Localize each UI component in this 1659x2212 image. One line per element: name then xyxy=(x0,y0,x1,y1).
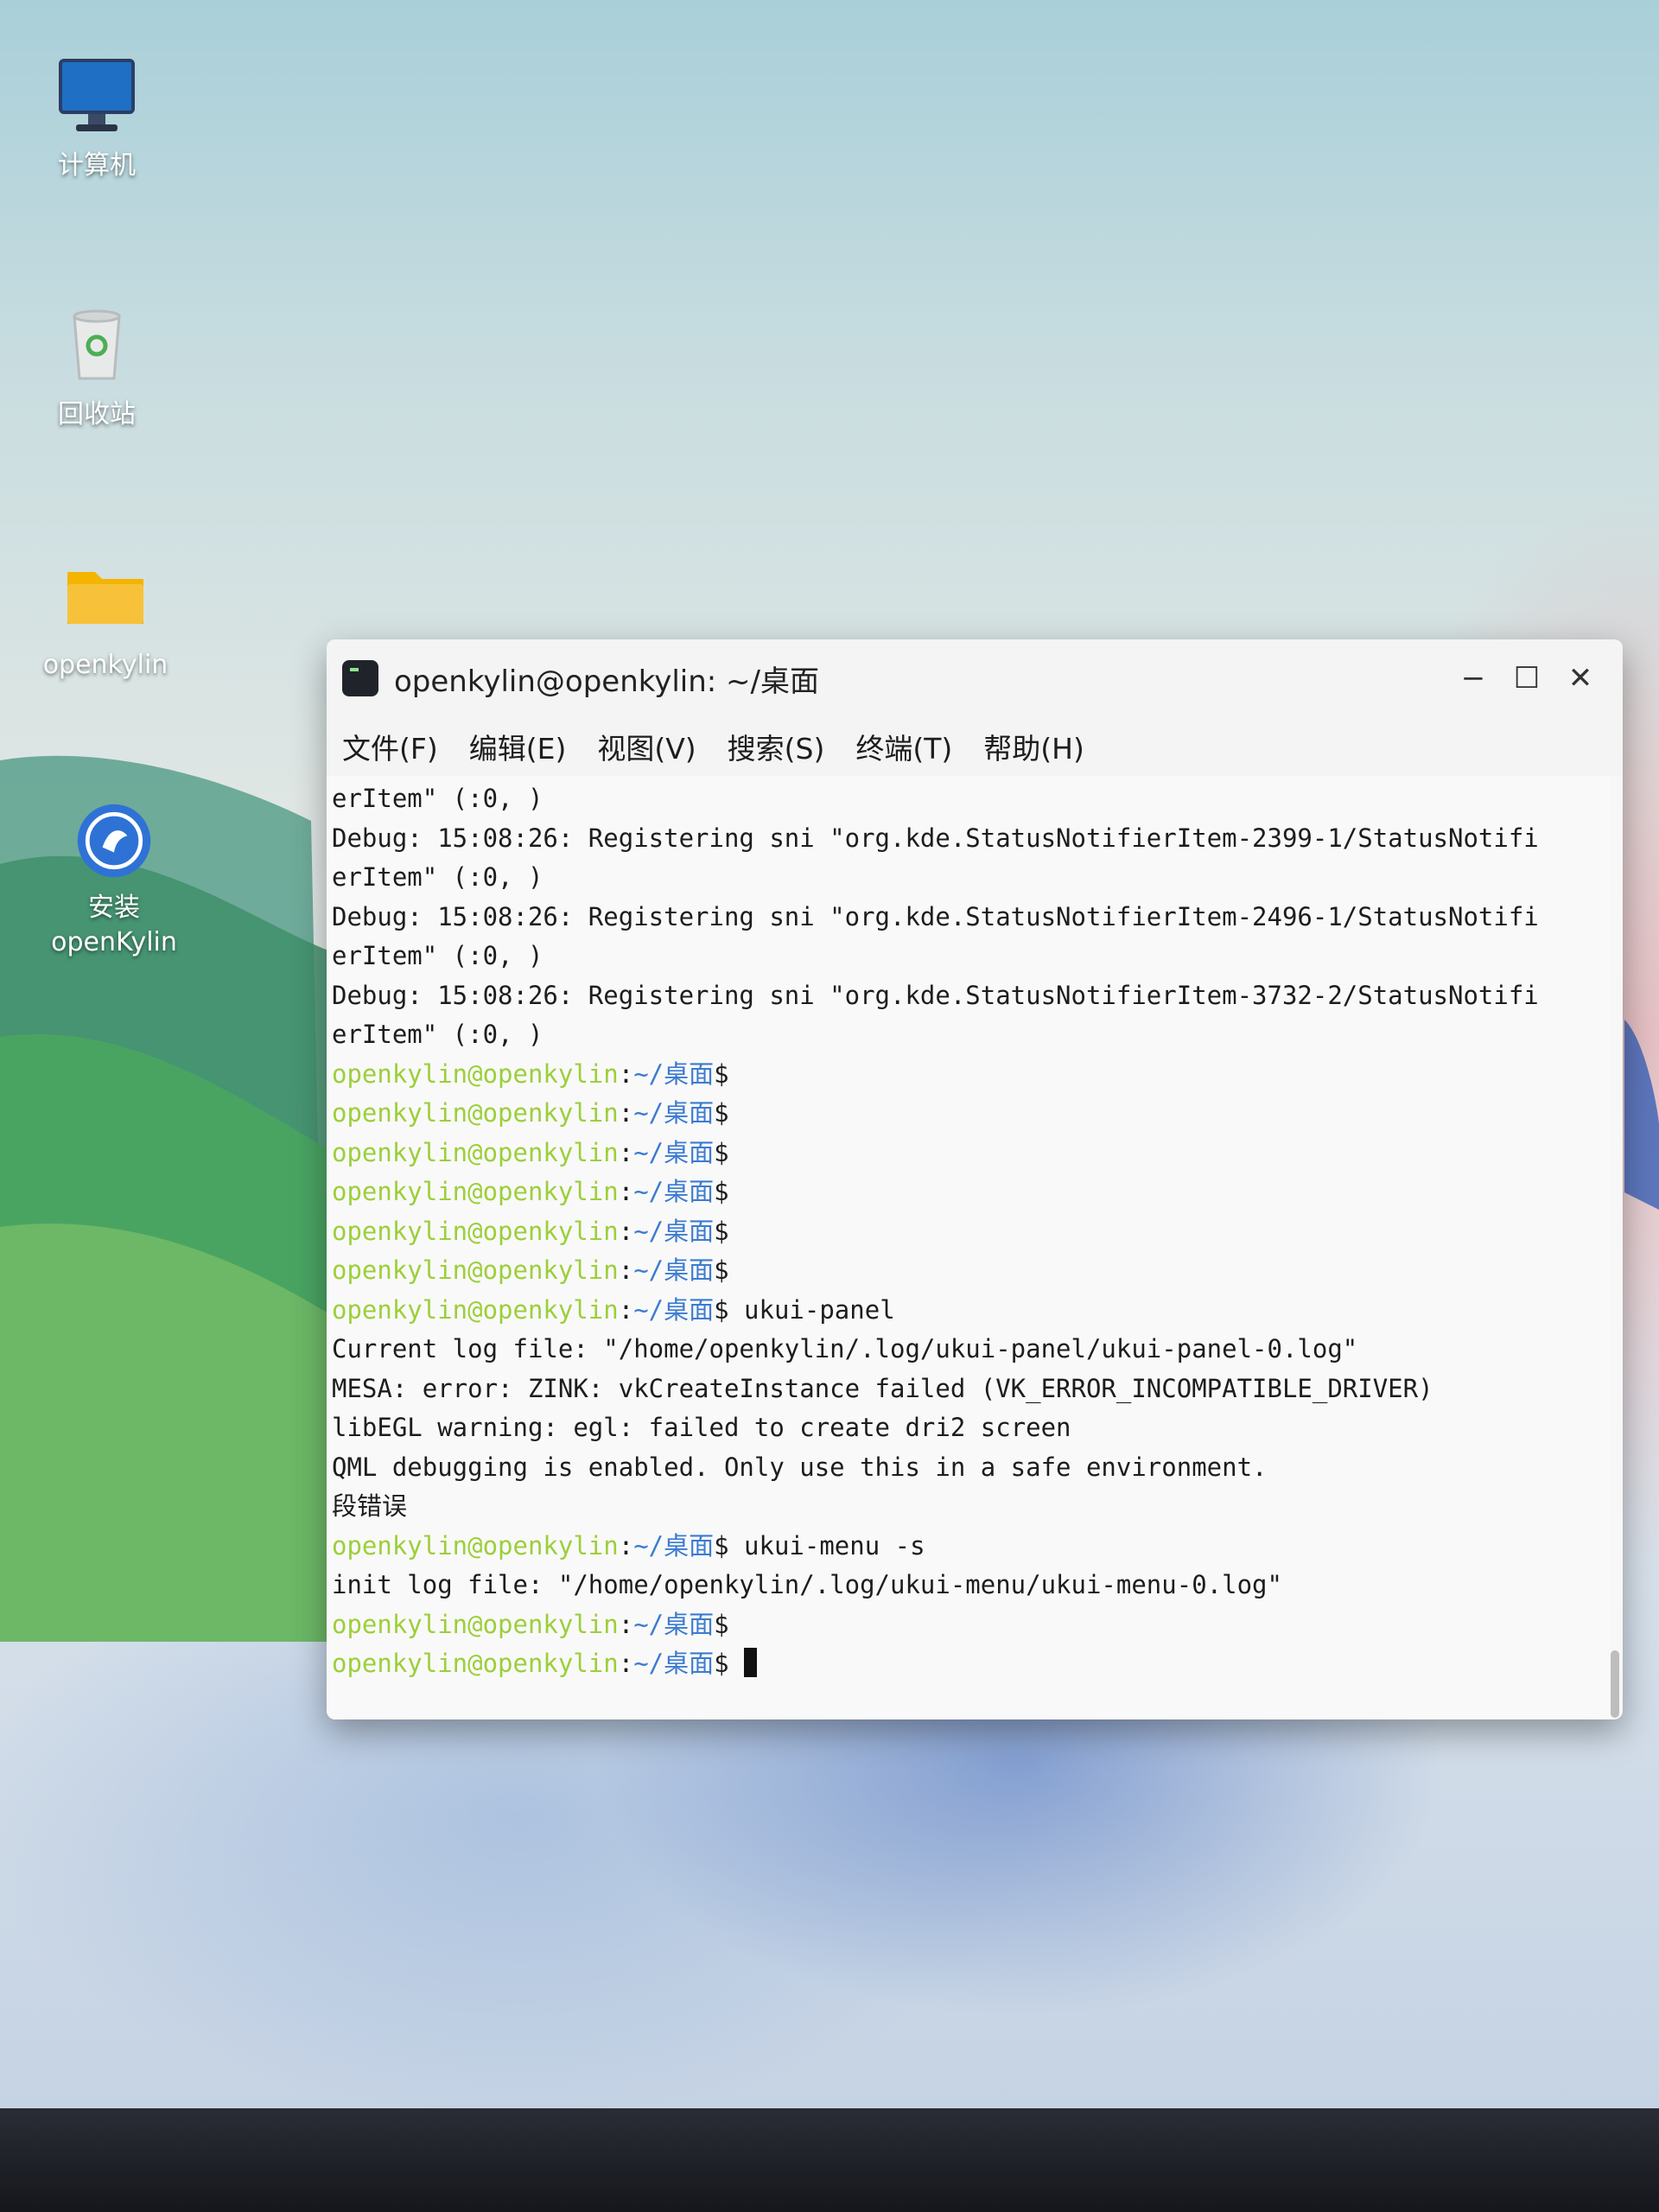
terminal-app-icon xyxy=(342,660,378,696)
desktop-icon-computer[interactable]: 计算机 xyxy=(19,54,175,183)
desktop-icon-label-2: openKylin xyxy=(51,927,177,957)
terminal-prompt-line: openkylin@openkylin:~/桌面$ xyxy=(332,1173,1604,1212)
prompt-path: ~/桌面 xyxy=(633,1177,715,1206)
close-button[interactable]: ✕ xyxy=(1554,652,1607,704)
trash-icon xyxy=(73,309,121,380)
menu-edit[interactable]: 编辑(E) xyxy=(469,726,567,767)
prompt-symbol: $ xyxy=(714,1216,729,1246)
terminal-prompt-line: openkylin@openkylin:~/桌面$ xyxy=(332,1251,1604,1291)
terminal-prompt-line: openkylin@openkylin:~/桌面$ xyxy=(332,1055,1604,1095)
prompt-path: ~/桌面 xyxy=(633,1216,715,1246)
menu-help[interactable]: 帮助(H) xyxy=(983,726,1084,767)
terminal-output-line: libEGL warning: egl: failed to create dr… xyxy=(332,1413,1071,1442)
terminal-output-line: MESA: error: ZINK: vkCreateInstance fail… xyxy=(332,1373,1433,1403)
command-text: ukui-panel xyxy=(728,1294,895,1325)
prompt-symbol: $ xyxy=(714,1255,729,1285)
prompt-separator: : xyxy=(618,1177,634,1206)
terminal-prompt-line: openkylin@openkylin:~/桌面$ xyxy=(332,1605,1604,1645)
prompt-separator: : xyxy=(618,1058,634,1089)
prompt-separator: : xyxy=(618,1609,634,1639)
monitor-bezel xyxy=(0,2108,1659,2212)
terminal-output-line: QML debugging is enabled. Only use this … xyxy=(332,1452,1268,1482)
terminal-window[interactable]: openkylin@openkylin: ~/桌面 − ☐ ✕ 文件(F) 编辑… xyxy=(327,639,1623,1719)
prompt-symbol: $ xyxy=(714,1294,729,1325)
terminal-output-line: Debug: 15:08:26: Registering sni "org.kd… xyxy=(332,901,1539,931)
prompt-separator: : xyxy=(618,1098,634,1128)
terminal-output-line: erItem" (:0, ) xyxy=(332,784,543,813)
prompt-symbol: $ xyxy=(714,1098,729,1128)
terminal-prompt-line: openkylin@openkylin:~/桌面$ ukui-menu -s xyxy=(332,1527,1604,1567)
desktop-icon-folder[interactable]: openkylin xyxy=(28,553,183,683)
terminal-output-line: init log file: "/home/openkylin/.log/uku… xyxy=(332,1570,1282,1599)
prompt-symbol: $ xyxy=(714,1649,729,1678)
prompt-symbol: $ xyxy=(714,1177,729,1206)
folder-icon xyxy=(67,572,143,624)
terminal-output-line: 段错误 xyxy=(332,1491,408,1521)
title-bar[interactable]: openkylin@openkylin: ~/桌面 − ☐ ✕ xyxy=(327,639,1623,717)
prompt-user: openkylin@openkylin xyxy=(332,1058,619,1089)
command-text xyxy=(729,1649,744,1678)
prompt-user: openkylin@openkylin xyxy=(332,1609,619,1639)
prompt-separator: : xyxy=(618,1137,634,1167)
monitor-icon xyxy=(59,59,135,131)
desktop-icon-installer[interactable]: 安装 openKylin xyxy=(36,799,192,960)
prompt-separator: : xyxy=(618,1530,634,1560)
terminal-output-line: erItem" (:0, ) xyxy=(332,862,543,892)
command-text: ukui-menu -s xyxy=(728,1530,925,1560)
prompt-user: openkylin@openkylin xyxy=(332,1255,619,1285)
prompt-path: ~/桌面 xyxy=(633,1137,715,1167)
terminal-prompt-line: openkylin@openkylin:~/桌面$ xyxy=(332,1212,1604,1252)
minimize-button[interactable]: − xyxy=(1446,652,1500,704)
desktop-icon-label: 计算机 xyxy=(58,150,136,181)
prompt-separator: : xyxy=(618,1216,634,1246)
prompt-path: ~/桌面 xyxy=(633,1609,715,1639)
maximize-button[interactable]: ☐ xyxy=(1500,652,1554,704)
prompt-user: openkylin@openkylin xyxy=(332,1530,619,1560)
prompt-path: ~/桌面 xyxy=(633,1255,715,1285)
prompt-user: openkylin@openkylin xyxy=(332,1649,619,1678)
prompt-separator: : xyxy=(618,1649,634,1678)
scrollbar[interactable] xyxy=(1611,1650,1619,1718)
menu-view[interactable]: 视图(V) xyxy=(597,726,696,767)
prompt-user: openkylin@openkylin xyxy=(332,1294,619,1325)
terminal-output-line: erItem" (:0, ) xyxy=(332,941,543,970)
prompt-path: ~/桌面 xyxy=(633,1530,715,1560)
terminal-prompt-line: openkylin@openkylin:~/桌面$ xyxy=(332,1094,1604,1134)
prompt-user: openkylin@openkylin xyxy=(332,1137,619,1167)
prompt-symbol: $ xyxy=(714,1137,729,1167)
desktop-icon-trash[interactable]: 回收站 xyxy=(19,302,175,432)
desktop-icon-label: 安装 xyxy=(88,893,140,923)
desktop-icon-label: 回收站 xyxy=(58,399,136,429)
prompt-symbol: $ xyxy=(714,1609,729,1639)
menu-terminal[interactable]: 终端(T) xyxy=(855,726,952,767)
installer-icon xyxy=(77,804,151,878)
terminal-prompt-line: openkylin@openkylin:~/桌面$ xyxy=(332,1644,1604,1684)
terminal-output-line: Debug: 15:08:26: Registering sni "org.kd… xyxy=(332,823,1539,853)
terminal-output[interactable]: erItem" (:0, ) Debug: 15:08:26: Registeri… xyxy=(327,776,1611,1719)
desktop: 计算机 回收站 openkylin 安装 openKylin openkylin… xyxy=(0,0,1659,2108)
prompt-path: ~/桌面 xyxy=(633,1649,715,1678)
prompt-symbol: $ xyxy=(714,1058,729,1089)
prompt-separator: : xyxy=(618,1255,634,1285)
menu-file[interactable]: 文件(F) xyxy=(342,726,438,767)
terminal-output-line: erItem" (:0, ) xyxy=(332,1020,543,1049)
prompt-symbol: $ xyxy=(714,1530,729,1560)
prompt-path: ~/桌面 xyxy=(633,1058,715,1089)
terminal-output-line: Debug: 15:08:26: Registering sni "org.kd… xyxy=(332,980,1539,1010)
prompt-user: openkylin@openkylin xyxy=(332,1177,619,1206)
desktop-icon-label: openkylin xyxy=(42,650,168,680)
terminal-prompt-line: openkylin@openkylin:~/桌面$ ukui-panel xyxy=(332,1291,1604,1331)
prompt-user: openkylin@openkylin xyxy=(332,1216,619,1246)
prompt-path: ~/桌面 xyxy=(633,1098,715,1128)
terminal-prompt-line: openkylin@openkylin:~/桌面$ xyxy=(332,1134,1604,1173)
text-cursor xyxy=(744,1648,758,1677)
prompt-path: ~/桌面 xyxy=(633,1294,715,1325)
menu-search[interactable]: 搜索(S) xyxy=(728,726,825,767)
prompt-separator: : xyxy=(618,1294,634,1325)
window-title: openkylin@openkylin: ~/桌面 xyxy=(394,664,819,699)
menu-bar: 文件(F) 编辑(E) 视图(V) 搜索(S) 终端(T) 帮助(H) xyxy=(327,717,1623,776)
prompt-user: openkylin@openkylin xyxy=(332,1098,619,1128)
terminal-output-line: Current log file: "/home/openkylin/.log/… xyxy=(332,1334,1358,1363)
